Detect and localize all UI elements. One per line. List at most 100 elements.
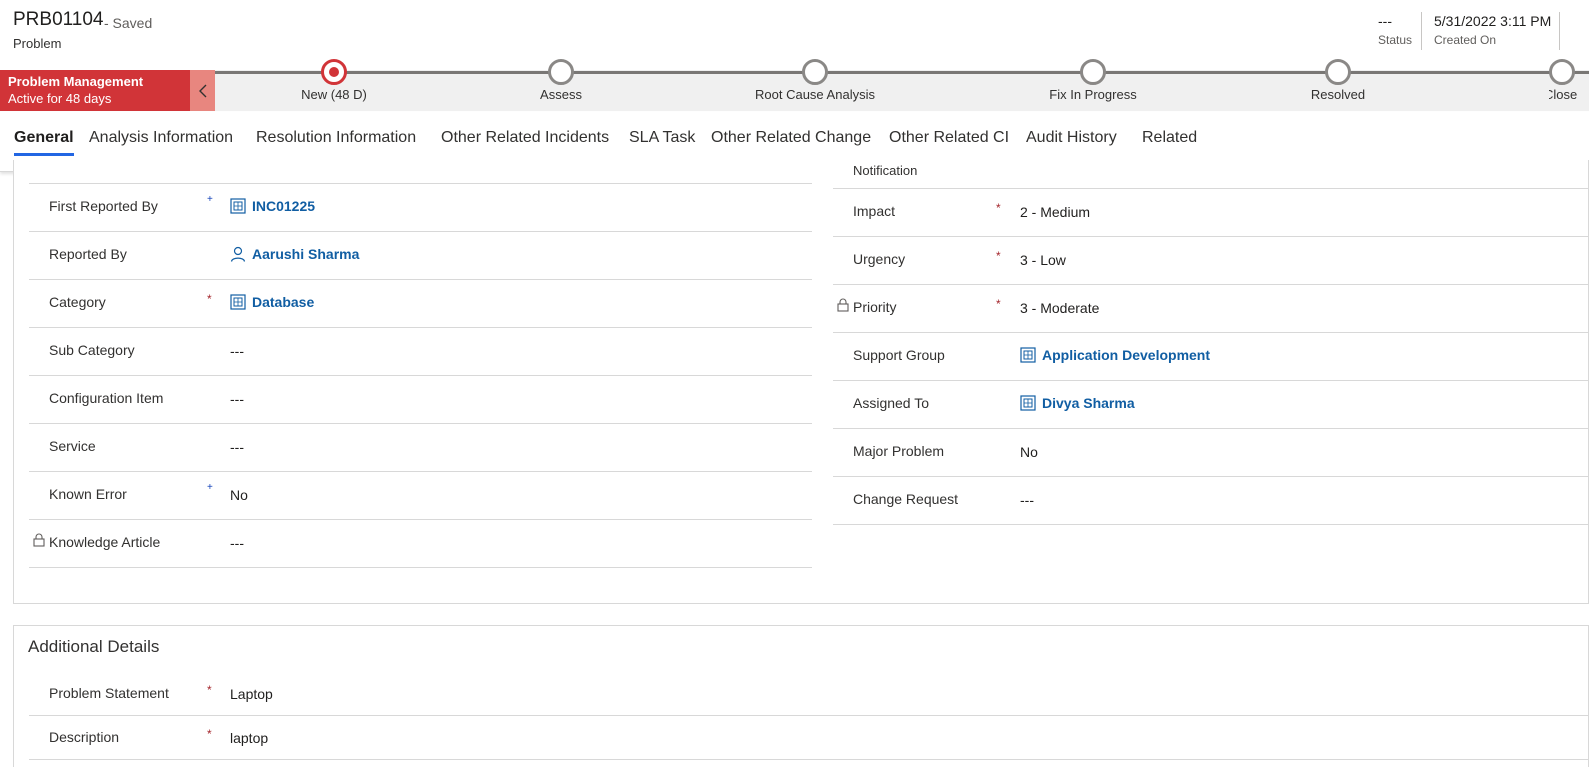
field-description: Description * laptop (29, 716, 1589, 760)
stage-indicator (1325, 59, 1351, 85)
entity-name: Problem (13, 36, 62, 51)
process-flyout[interactable]: Problem Management Active for 48 days (0, 70, 190, 111)
field-label: Description (49, 729, 120, 745)
lookup-value: Application Development (1042, 347, 1211, 363)
field-value[interactable]: --- (230, 391, 244, 407)
person-icon (230, 246, 246, 262)
header-divider (1421, 12, 1422, 50)
required-marker: * (207, 727, 212, 741)
field-reported-by: Reported By Aarushi Sharma (29, 232, 812, 280)
recommended-marker: + (207, 482, 213, 493)
record-header: PRB01104 - Saved Problem --- Status 5/31… (0, 0, 1589, 60)
lookup-value: INC01225 (252, 198, 316, 214)
field-category: Category * Database (29, 280, 812, 328)
lookup-value: Aarushi Sharma (252, 246, 360, 262)
status-label: Status (1378, 33, 1413, 47)
required-marker: * (996, 249, 1001, 263)
process-duration: Active for 48 days (8, 91, 112, 106)
stage-resolved[interactable]: Resolved (1268, 59, 1408, 102)
lookup-link[interactable]: Divya Sharma (1020, 395, 1135, 411)
stage-label: Resolved (1310, 87, 1366, 102)
field-label: Priority (853, 299, 897, 315)
additional-details-section: Additional Details Problem Statement * L… (13, 625, 1589, 767)
field-label: First Reported By (49, 198, 158, 214)
lookup-link[interactable]: Application Development (1020, 347, 1210, 363)
field-label: Sub Category (49, 342, 135, 358)
entity-icon (230, 198, 246, 214)
entity-icon (230, 294, 246, 310)
stage-indicator (548, 59, 574, 85)
stage-fix-in-progress[interactable]: Fix In Progress (1023, 59, 1163, 102)
field-known-error: Known Error + No (29, 472, 812, 520)
stage-root-cause-analysis[interactable]: Root Cause Analysis (745, 59, 885, 102)
field-label: Major Problem (853, 443, 945, 459)
field-row-hidden-top (833, 136, 1589, 189)
stage-label: New (48 D) (301, 87, 367, 102)
field-value[interactable]: 3 - Low (1020, 252, 1066, 268)
stage-active-indicator (321, 59, 347, 85)
collapse-process-button[interactable] (190, 70, 215, 111)
header-divider (1559, 12, 1560, 50)
entity-icon (1020, 395, 1036, 411)
field-label: Category (49, 294, 106, 310)
field-urgency: Urgency * 3 - Low (833, 237, 1589, 285)
process-track: New (48 D) Assess Root Cause Analysis Fi… (215, 59, 1589, 102)
field-value[interactable]: laptop (230, 730, 268, 746)
field-assigned-to: Assigned To Divya Sharma (833, 381, 1589, 429)
field-row-hidden-top (29, 136, 812, 184)
process-name: Problem Management (8, 74, 144, 89)
required-marker: * (207, 683, 212, 697)
field-value[interactable]: 2 - Medium (1020, 204, 1090, 220)
header-status-field: --- Status (1378, 13, 1412, 47)
field-sub-category: Sub Category --- (29, 328, 812, 376)
field-label: Urgency (853, 251, 906, 267)
stage-indicator (1080, 59, 1106, 85)
user-link[interactable]: Aarushi Sharma (230, 246, 359, 262)
field-first-reported-by: First Reported By + INC01225 (29, 184, 812, 232)
lookup-value: Divya Sharma (1042, 395, 1135, 411)
stage-label: Close (1549, 87, 1578, 102)
field-value[interactable]: --- (230, 535, 244, 551)
field-value[interactable]: 3 - Moderate (1020, 300, 1099, 316)
lookup-link[interactable]: Database (230, 294, 314, 310)
field-knowledge-article: Knowledge Article --- (29, 520, 812, 568)
stage-new[interactable]: New (48 D) (264, 59, 404, 102)
field-value[interactable]: --- (230, 439, 244, 455)
required-marker: * (996, 201, 1001, 215)
field-value[interactable]: --- (1020, 492, 1034, 508)
stage-label: Assess (540, 87, 582, 102)
field-label: Reported By (49, 246, 127, 262)
recommended-marker: + (207, 194, 213, 205)
lookup-link[interactable]: INC01225 (230, 198, 315, 214)
field-value[interactable]: No (230, 487, 248, 503)
field-label: Known Error (49, 486, 127, 502)
field-major-problem: Major Problem No (833, 429, 1589, 477)
record-title: PRB01104 (13, 9, 104, 30)
chevron-left-icon (198, 84, 206, 97)
field-label: Change Request (853, 491, 959, 507)
field-service: Service --- (29, 424, 812, 472)
required-marker: * (207, 292, 212, 306)
field-value[interactable]: No (1020, 444, 1038, 460)
field-label: Knowledge Article (49, 534, 161, 550)
stage-indicator (1549, 59, 1575, 85)
created-on-label: Created On (1434, 33, 1497, 47)
entity-icon (1020, 347, 1036, 363)
stage-assess[interactable]: Assess (491, 59, 631, 102)
field-label-clipped: Notification (853, 163, 918, 175)
field-change-request: Change Request --- (833, 477, 1589, 525)
stage-indicator (802, 59, 828, 85)
general-section: First Reported By + INC01225 Reported By… (13, 160, 1589, 604)
status-value: --- (1378, 13, 1392, 29)
required-marker: * (996, 297, 1001, 311)
field-value[interactable]: Laptop (230, 686, 273, 702)
save-status: - Saved (104, 15, 153, 31)
field-label: Service (49, 438, 96, 454)
lock-icon (33, 533, 45, 547)
field-problem-statement: Problem Statement * Laptop (29, 672, 1589, 716)
lookup-value: Database (252, 294, 315, 310)
field-value[interactable]: --- (230, 343, 244, 359)
business-process-flow: Problem Management Active for 48 days Ne… (0, 59, 1589, 111)
stage-label: Fix In Progress (1049, 87, 1137, 102)
stage-close[interactable]: Close (1549, 59, 1589, 102)
